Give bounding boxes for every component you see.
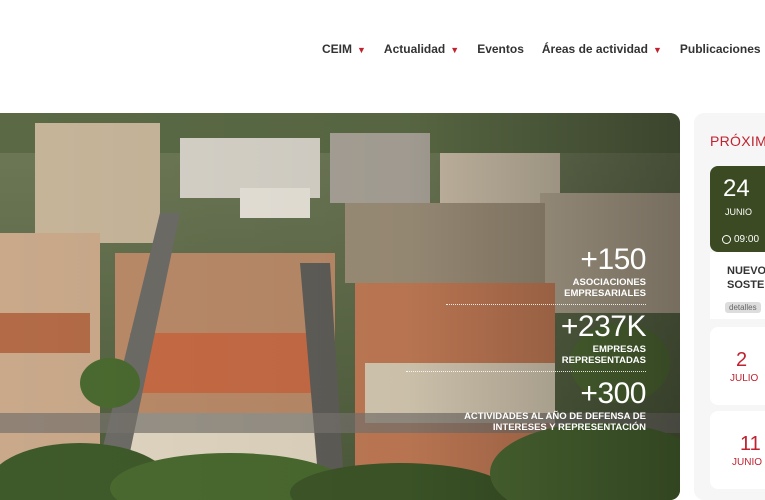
nav-item-publicaciones[interactable]: Publicaciones (680, 42, 761, 56)
event-day: 24 (723, 175, 750, 202)
featured-event-card[interactable]: NUEVO SOSTE detalles (710, 252, 765, 319)
nav-item-label: CEIM (322, 42, 352, 56)
nav-item-label: Actualidad (383, 42, 446, 56)
nav-item-areas[interactable]: Áreas de actividad ▼ (542, 42, 662, 56)
nav-item-ceim[interactable]: CEIM ▼ (322, 42, 366, 56)
event-month: JUNIO (732, 457, 762, 468)
stat-number: +300 (580, 377, 646, 410)
hero-stats: +150 ASOCIACIONES EMPRESARIALES +237K EM… (386, 243, 647, 438)
nav-item-label: Áreas de actividad (541, 42, 648, 56)
featured-event-date[interactable]: 24 JUNIO 09:00 (710, 166, 765, 252)
nav-item-eventos[interactable]: Eventos (477, 42, 524, 56)
chevron-down-icon: ▼ (652, 45, 662, 55)
nav-item-label: Eventos (477, 42, 524, 56)
event-time-text: 09:00 (734, 234, 760, 245)
stat-label: EMPRESAS REPRESENTADAS (561, 344, 646, 366)
hero-banner: +150 ASOCIACIONES EMPRESARIALES +237K EM… (0, 113, 680, 500)
chevron-down-icon: ▼ (357, 45, 366, 55)
event-date-box[interactable]: 2 JULIO (710, 327, 765, 405)
nav-item-actualidad[interactable]: Actualidad ▼ (384, 42, 459, 56)
stat-number: +237K (560, 310, 647, 343)
stat-number: +150 (580, 243, 646, 276)
stat-divider (406, 371, 646, 372)
event-month: JULIO (730, 373, 759, 384)
stat-divider (446, 304, 646, 305)
nav-item-label: Publicaciones (679, 42, 761, 56)
stat-associations: +150 ASOCIACIONES EMPRESARIALES (446, 243, 647, 310)
event-day: 11 (740, 433, 761, 455)
clock-icon (722, 235, 731, 244)
event-day: 2 (736, 349, 748, 371)
upcoming-events-panel: PRÓXIM 24 JUNIO 09:00 NUEVO SOSTE detall… (694, 113, 765, 500)
event-month: JUNIO (725, 207, 752, 217)
stat-label: ACTIVIDADES AL AÑO DE DEFENSA DE INTERES… (464, 411, 646, 433)
stat-label: ASOCIACIONES EMPRESARIALES (564, 277, 646, 299)
stat-activities: +300 ACTIVIDADES AL AÑO DE DEFENSA DE IN… (386, 377, 646, 438)
event-time: 09:00 (722, 234, 759, 245)
event-date-box[interactable]: 11 JUNIO (710, 411, 765, 489)
event-details-tag[interactable]: detalles (725, 302, 761, 313)
nav-menu: CEIM ▼ Actualidad ▼ Eventos Áreas de act… (322, 42, 765, 56)
panel-title: PRÓXIM (710, 133, 765, 149)
chevron-down-icon: ▼ (450, 45, 460, 55)
event-title: NUEVO SOSTE (727, 265, 765, 291)
stat-companies: +237K EMPRESAS REPRESENTADAS (406, 310, 647, 377)
top-navigation: CEIM ▼ Actualidad ▼ Eventos Áreas de act… (0, 0, 765, 100)
